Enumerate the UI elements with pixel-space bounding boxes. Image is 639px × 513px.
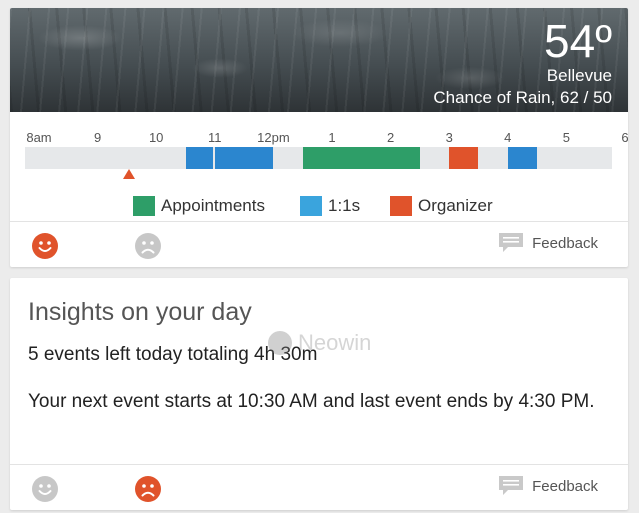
- hour-label: 1: [328, 130, 336, 145]
- card-footer: Feedback: [10, 464, 628, 510]
- current-time-marker: [122, 169, 135, 179]
- feedback-label: Feedback: [532, 234, 598, 252]
- feedback-icon: [499, 233, 524, 252]
- hour-label: 10: [148, 130, 164, 145]
- legend-swatch: [390, 196, 412, 216]
- insights-events-summary: 5 events left today totaling 4h 30m: [28, 344, 318, 365]
- card-footer: Feedback: [10, 221, 628, 267]
- legend-item-1on1s: 1:1s: [300, 196, 360, 216]
- sad-face-icon[interactable]: [135, 233, 161, 259]
- legend-item-appointments: Appointments: [133, 196, 265, 216]
- weather-temperature: 54º: [544, 15, 612, 67]
- legend-label: Organizer: [418, 196, 493, 215]
- happy-face-icon[interactable]: [32, 233, 58, 259]
- legend-swatch: [300, 196, 322, 216]
- hour-label: 8am: [26, 130, 52, 145]
- day-overview-card: 54º Bellevue Chance of Rain, 62 / 50 8am…: [10, 8, 628, 267]
- hour-label: 2: [386, 130, 395, 145]
- event-block[interactable]: [507, 147, 538, 169]
- legend-item-organizer: Organizer: [390, 196, 493, 216]
- insights-schedule-summary: Your next event starts at 10:30 AM and l…: [28, 391, 595, 412]
- hour-label: 6: [621, 130, 628, 145]
- event-block[interactable]: [214, 147, 274, 169]
- weather-forecast: Chance of Rain, 62 / 50: [433, 88, 612, 107]
- event-block[interactable]: [302, 147, 420, 169]
- weather-banner: 54º Bellevue Chance of Rain, 62 / 50: [10, 8, 628, 112]
- event-block[interactable]: [185, 147, 213, 169]
- event-block[interactable]: [449, 147, 479, 169]
- feedback-button[interactable]: Feedback: [498, 475, 598, 497]
- hour-label: 3: [445, 130, 453, 145]
- hour-label: 12pm: [257, 130, 290, 145]
- sad-face-icon[interactable]: [135, 476, 161, 502]
- legend-swatch: [133, 196, 155, 216]
- feedback-label: Feedback: [532, 477, 598, 495]
- insights-card: Insights on your day 5 events left today…: [10, 278, 628, 510]
- legend-label: 1:1s: [328, 196, 361, 215]
- feedback-button[interactable]: Feedback: [498, 232, 598, 254]
- timeline-track: [25, 147, 612, 169]
- hour-label: 5: [562, 130, 571, 145]
- hour-label: 11: [208, 130, 222, 145]
- feedback-icon: [499, 476, 524, 495]
- hour-label: 4: [504, 130, 512, 145]
- weather-city: Bellevue: [546, 66, 612, 85]
- insights-title: Insights on your day: [28, 298, 252, 326]
- happy-face-icon[interactable]: [32, 476, 58, 502]
- hour-label: 9: [93, 130, 102, 145]
- legend-label: Appointments: [161, 196, 265, 215]
